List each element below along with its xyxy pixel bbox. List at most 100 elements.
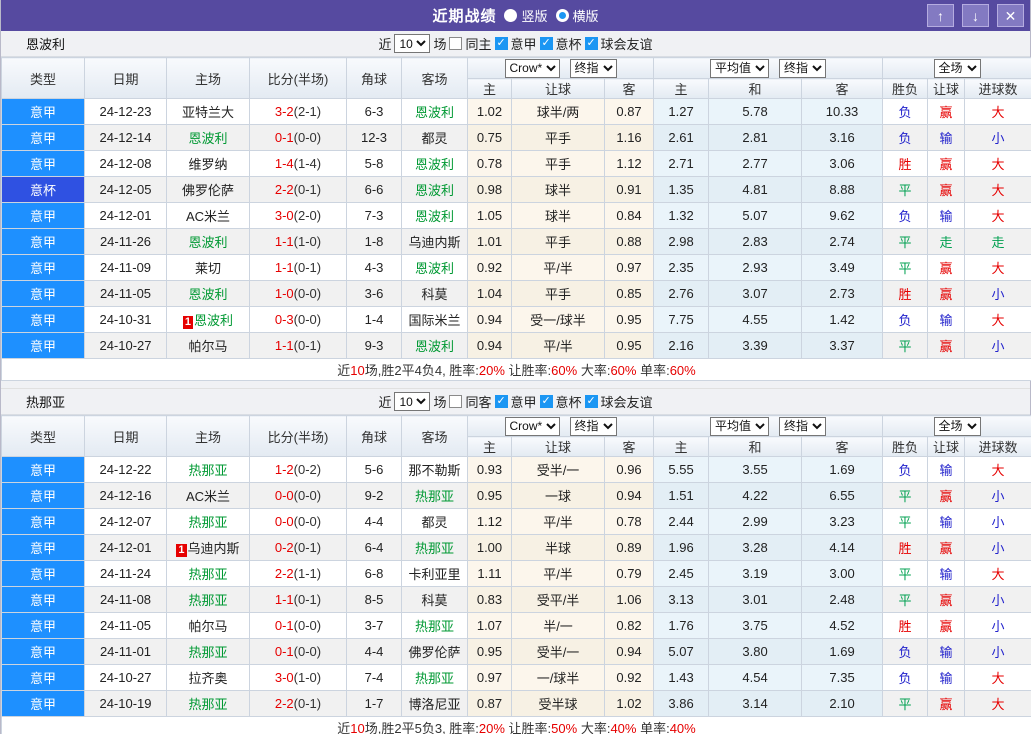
team-name: 热那亚 xyxy=(414,619,454,634)
league-coppa-checkbox[interactable] xyxy=(539,36,553,50)
corner-count: 7-3 xyxy=(346,202,402,229)
handicap-home-odds: 0.75 xyxy=(467,124,512,151)
handicap-away-odds: 0.78 xyxy=(603,508,655,535)
match-score: 0-1(0-0) xyxy=(249,124,347,151)
average-stage-select[interactable]: 终指 xyxy=(779,58,827,78)
league-type-cell: 意杯 xyxy=(1,176,85,203)
team-name-cell: 亚特兰大 xyxy=(166,98,250,125)
average-stage-select[interactable]: 终指 xyxy=(779,416,827,436)
same-venue-checkbox[interactable] xyxy=(449,395,463,408)
summary-text: 单率: xyxy=(636,363,670,378)
radio-vertical-label[interactable]: 竖版 xyxy=(521,6,547,25)
rank-badge: 1 xyxy=(176,544,187,557)
league-type-cell: 意甲 xyxy=(1,456,85,483)
col-corner: 角球 xyxy=(346,57,402,99)
match-score: 2-2(0-1) xyxy=(249,690,347,717)
radio-circle-icon[interactable] xyxy=(504,9,518,22)
col-avg-away: 客 xyxy=(801,436,884,457)
league-type-cell: 意甲 xyxy=(1,690,85,717)
bookmaker-select[interactable]: Crow* xyxy=(504,58,560,78)
handicap-stage-select[interactable]: 终指 xyxy=(569,58,617,78)
league-coppa-checkbox[interactable] xyxy=(539,394,553,408)
fulltime-score: 1-2 xyxy=(274,462,294,477)
match-count-select[interactable]: 10 xyxy=(394,34,431,53)
league-friendly-checkbox[interactable] xyxy=(584,36,598,50)
handicap-line: 平/半 xyxy=(511,332,605,359)
avg-draw-odds: 3.80 xyxy=(708,638,803,665)
matches-table-empoli: 类型 日期 主场 比分(半场) 角球 客场 Crow* 终指 平均值 终指 全场… xyxy=(0,57,1031,381)
radio-selected-icon[interactable] xyxy=(555,9,569,22)
team-name: 博洛尼亚 xyxy=(408,697,461,712)
summary-stat-value: 60% xyxy=(551,363,578,378)
fulltime-score: 0-0 xyxy=(274,514,294,529)
avg-home-odds: 1.76 xyxy=(653,612,710,639)
team-name-cell: 帕尔马 xyxy=(166,332,250,359)
handicap-away-odds: 1.16 xyxy=(603,124,655,151)
team-name: 都灵 xyxy=(421,131,448,146)
handicap-home-odds: 1.12 xyxy=(467,508,512,535)
team-name-cell: 恩波利 xyxy=(401,202,468,229)
scope-select[interactable]: 全场 xyxy=(933,58,981,78)
team-name-cell: 热那亚 xyxy=(401,664,468,691)
avg-home-odds: 2.45 xyxy=(653,560,710,587)
team-name: 佛罗伦萨 xyxy=(181,183,234,198)
match-score: 0-0(0-0) xyxy=(249,508,347,535)
avg-away-odds: 3.23 xyxy=(801,508,884,535)
close-button[interactable]: ✕ xyxy=(997,4,1024,27)
bookmaker-select[interactable]: Crow* xyxy=(504,416,560,436)
avg-draw-odds: 3.07 xyxy=(708,280,803,307)
scroll-down-button[interactable]: ↓ xyxy=(962,4,989,27)
scroll-up-button[interactable]: ↑ xyxy=(927,4,954,27)
wdl-result: 负 xyxy=(882,98,929,125)
handicap-home-odds: 0.87 xyxy=(467,690,512,717)
summary-stat-value: 50% xyxy=(551,721,578,734)
radio-horizontal-label[interactable]: 横版 xyxy=(573,6,599,25)
league-seriea-checkbox[interactable] xyxy=(494,36,508,50)
handicap-away-odds: 0.79 xyxy=(603,560,655,587)
result-group-header: 全场 xyxy=(882,57,1031,79)
league-seriea-checkbox[interactable] xyxy=(494,394,508,408)
radio-vertical-layout[interactable]: 竖版 xyxy=(504,6,548,25)
goals-result: 小 xyxy=(964,280,1031,307)
avg-draw-odds: 2.93 xyxy=(708,254,803,281)
handicap-stage-select[interactable]: 终指 xyxy=(569,416,617,436)
wdl-result: 负 xyxy=(882,306,929,333)
scope-select[interactable]: 全场 xyxy=(933,416,981,436)
average-select[interactable]: 平均值 xyxy=(710,58,770,78)
match-row: 意甲 24-11-05 帕尔马 0-1(0-0) 3-7 热那亚 1.07 半/一 0.82 1.… xyxy=(1,612,1031,639)
match-date: 24-12-07 xyxy=(84,508,167,535)
radio-horizontal-layout[interactable]: 横版 xyxy=(555,6,599,25)
avg-home-odds: 1.32 xyxy=(653,202,710,229)
title-bar: 近期战绩 竖版 横版 ↑ ↓ ✕ xyxy=(1,0,1030,31)
team-name: 维罗纳 xyxy=(188,157,228,172)
col-avg-draw: 和 xyxy=(708,78,803,99)
handicap-line: 平手 xyxy=(511,228,605,255)
match-score: 1-1(1-0) xyxy=(249,228,347,255)
avg-home-odds: 1.35 xyxy=(653,176,710,203)
avg-away-odds: 9.62 xyxy=(801,202,884,229)
fulltime-score: 0-1 xyxy=(274,644,294,659)
same-venue-checkbox[interactable] xyxy=(449,37,463,50)
goals-result: 小 xyxy=(964,124,1031,151)
match-row: 意甲 24-12-01 AC米兰 3-0(2-0) 7-3 恩波利 1.05 球半 0.84 1.… xyxy=(1,202,1031,229)
avg-home-odds: 1.27 xyxy=(653,98,710,125)
match-count-select[interactable]: 10 xyxy=(394,392,431,411)
league-type-cell: 意甲 xyxy=(1,638,85,665)
summary-text: 让胜率: xyxy=(504,721,552,734)
match-date: 24-10-31 xyxy=(84,306,167,333)
handicap-line: 平/半 xyxy=(511,508,605,535)
col-home: 主场 xyxy=(166,57,250,99)
match-row: 意甲 24-12-08 维罗纳 1-4(1-4) 5-8 恩波利 0.78 平手 1.12 2.7… xyxy=(1,150,1031,177)
team-name: 恩波利 xyxy=(414,261,454,276)
col-goals: 进球数 xyxy=(964,436,1031,457)
team-name-cell: 热那亚 xyxy=(166,690,250,717)
league-friendly-checkbox[interactable] xyxy=(584,394,598,408)
col-date: 日期 xyxy=(84,415,167,457)
corner-count: 8-5 xyxy=(346,586,402,613)
wdl-result: 负 xyxy=(882,456,929,483)
halftime-score: (0-1) xyxy=(293,540,322,555)
fulltime-score: 0-1 xyxy=(274,618,294,633)
average-select[interactable]: 平均值 xyxy=(710,416,770,436)
match-date: 24-11-26 xyxy=(84,228,167,255)
handicap-result: 赢 xyxy=(927,690,966,717)
